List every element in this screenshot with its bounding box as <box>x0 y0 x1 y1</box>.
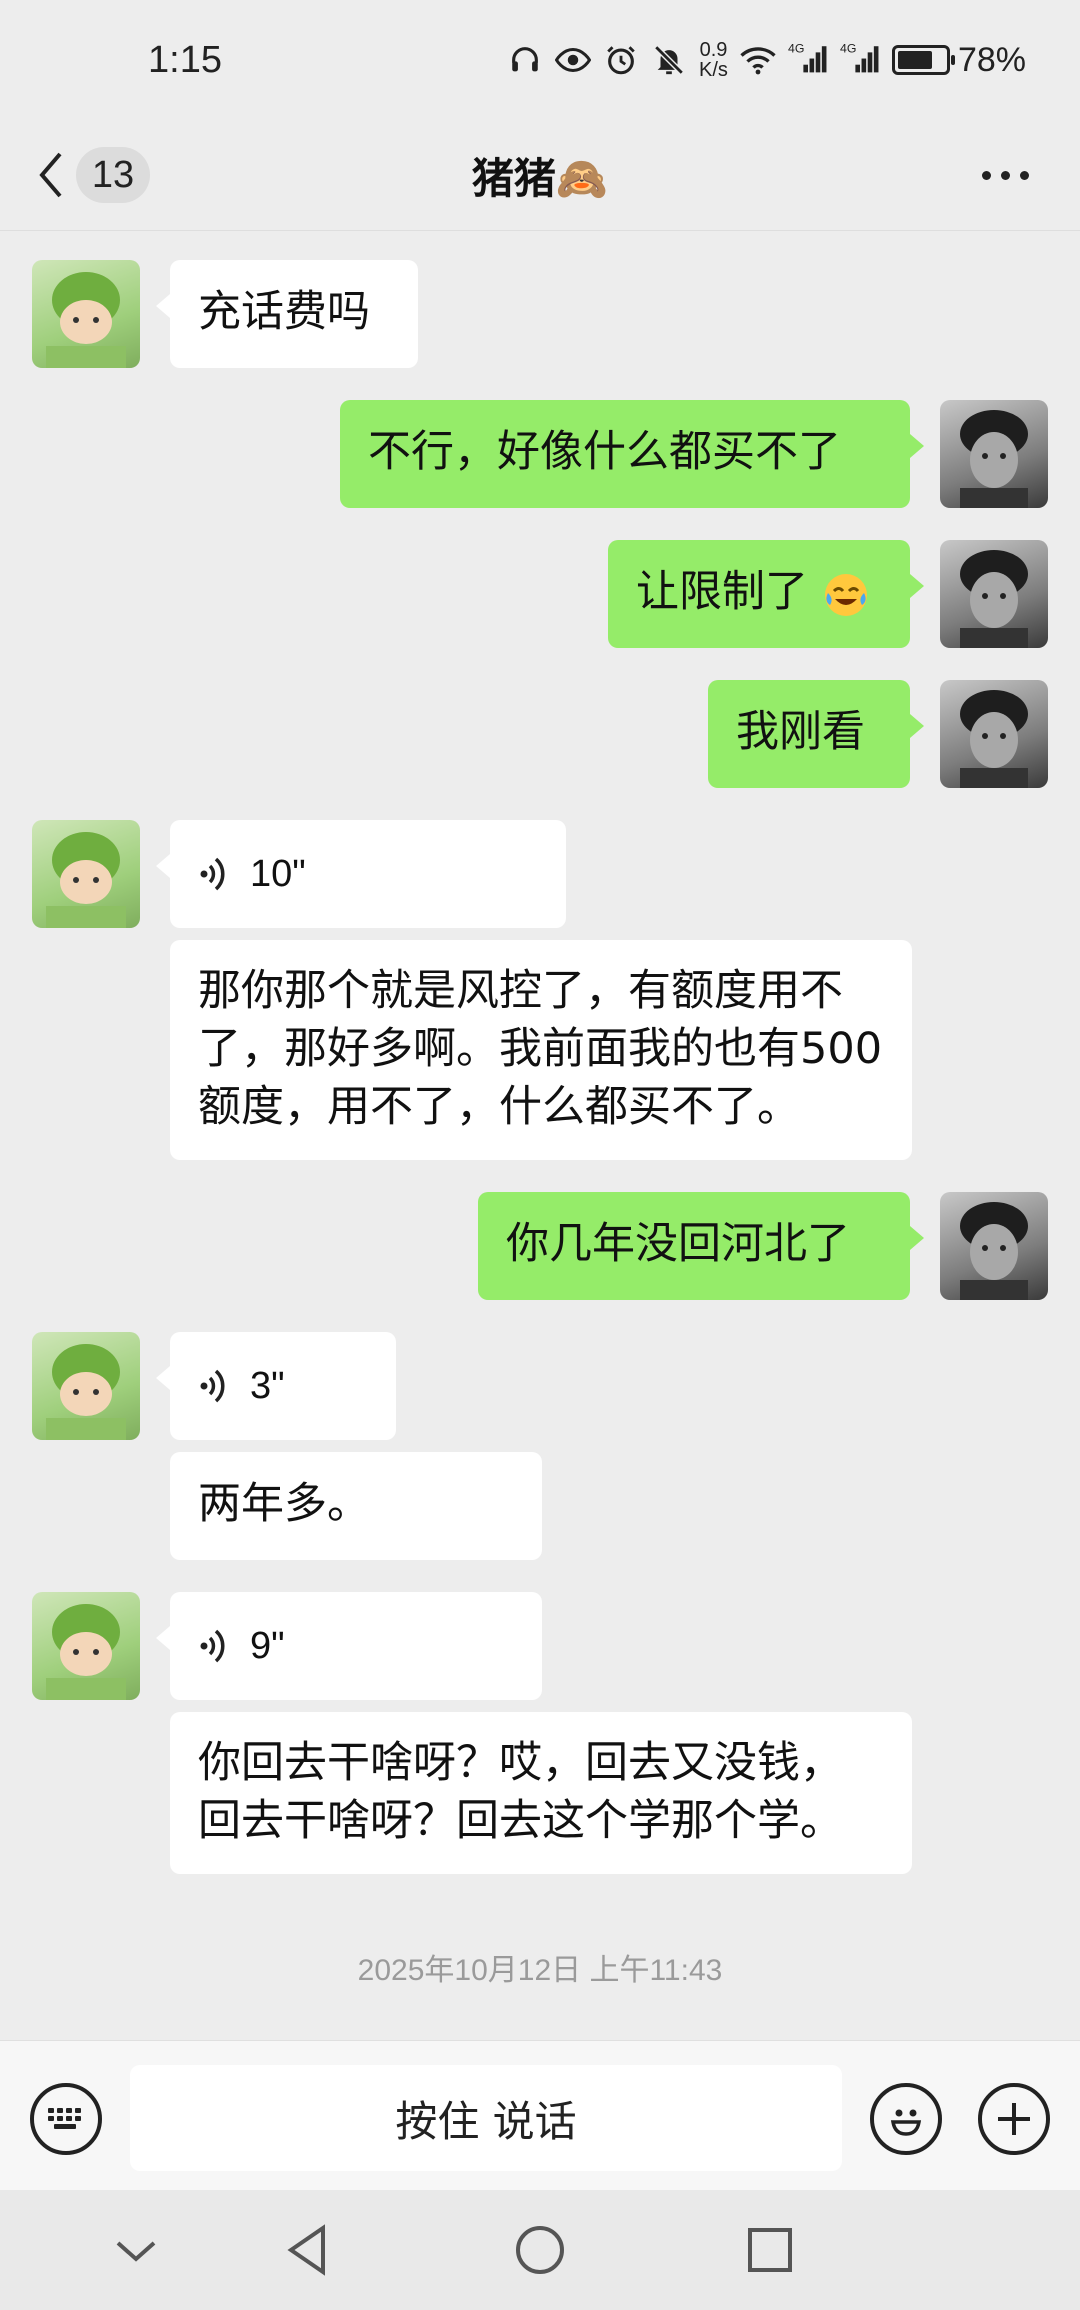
transcript-text: 那你那个就是风控了，有额度用不了，那好多啊。我前面我的也有500额度，用不了，什… <box>198 966 883 1132</box>
outgoing-message[interactable]: 不行，好像什么都买不了 <box>340 400 924 508</box>
voice-wave-icon <box>200 1629 225 1663</box>
friend-avatar[interactable] <box>32 260 140 368</box>
my-avatar[interactable] <box>940 540 1048 648</box>
incoming-message[interactable]: 充话费吗 <box>156 260 418 368</box>
network-speed-value: 0.9 <box>699 39 728 61</box>
voice-transcript[interactable]: 你回去干啥呀？哎，回去又没钱，回去干啥呀？回去这个学那个学。 <box>170 1712 912 1874</box>
cell-signal-2: 4G <box>840 40 880 80</box>
message-timestamp: 2025年10月12日 上午11:43 <box>357 1954 723 1987</box>
message-text: 你几年没回河北了 <box>506 1219 850 1269</box>
voice-message[interactable]: 9" <box>156 1592 542 1700</box>
status-bar: 1:15 0.9 K/s 4G 4G 78% <box>0 0 1080 120</box>
outgoing-message[interactable]: 我刚看 <box>708 680 924 788</box>
message-text: 我刚看 <box>736 707 865 757</box>
mute-bell-icon <box>651 42 687 78</box>
message-text: 充话费吗 <box>198 287 370 337</box>
nav-home-button[interactable] <box>510 2220 570 2280</box>
nav-hide-keyboard-button[interactable] <box>106 2220 166 2280</box>
nav-back-button[interactable] <box>278 2220 338 2280</box>
battery-indicator: 78% <box>891 40 1026 80</box>
friend-avatar[interactable] <box>32 820 140 928</box>
hold-to-talk-button[interactable]: 按住 说话 <box>130 2065 842 2171</box>
unread-count-badge: 13 <box>76 147 150 203</box>
voice-duration: 9" <box>250 1625 285 1667</box>
network-speed-unit: K/s <box>699 59 728 81</box>
crying-laughing-face-icon <box>824 573 867 616</box>
voice-duration: 3" <box>250 1365 285 1407</box>
square-recents-icon <box>748 2228 792 2272</box>
status-icons: 0.9 K/s 4G 4G 78% <box>507 40 1026 80</box>
outgoing-message[interactable]: 你几年没回河北了 <box>478 1192 924 1300</box>
my-avatar[interactable] <box>940 1192 1048 1300</box>
emoji-button[interactable] <box>870 2083 942 2155</box>
keyboard-toggle-button[interactable] <box>30 2083 102 2155</box>
message-text: 不行，好像什么都买不了 <box>368 427 841 477</box>
chat-header: 13 猪猪🙈 <box>0 120 1080 231</box>
friend-avatar[interactable] <box>32 1592 140 1700</box>
voice-duration: 10" <box>250 853 306 895</box>
input-bar: 按住 说话 <box>0 2040 1080 2191</box>
voice-wave-icon <box>200 1369 225 1403</box>
chat-title: 猪猪🙈 <box>471 153 609 203</box>
outgoing-message[interactable]: 让限制了 <box>608 540 924 648</box>
keyboard-icon <box>48 2108 81 2129</box>
chevron-left-icon <box>39 152 62 198</box>
nav-recents-button[interactable] <box>740 2220 800 2280</box>
wifi-icon <box>740 42 776 78</box>
battery-fill <box>897 51 933 69</box>
network-speed: 0.9 K/s <box>699 40 728 80</box>
more-options-button[interactable] <box>970 142 1040 208</box>
cell-signal-1: 4G <box>788 40 828 80</box>
message-list[interactable]: 充话费吗 不行，好像什么都买不了 让限制了 我刚看 10" 那你那个就是风控了，… <box>0 230 1080 2040</box>
triangle-back-icon <box>287 2224 325 2276</box>
alarm-icon <box>603 42 639 78</box>
voice-message[interactable]: 3" <box>156 1332 396 1440</box>
plus-icon <box>998 2103 1030 2135</box>
system-nav-bar <box>0 2190 1080 2310</box>
eye-icon <box>555 42 592 78</box>
voice-message[interactable]: 10" <box>156 820 566 928</box>
smiley-icon <box>890 2109 922 2136</box>
my-avatar[interactable] <box>940 400 1048 508</box>
signal2-label: 4G <box>840 41 856 55</box>
more-actions-button[interactable] <box>978 2083 1050 2155</box>
transcript-text: 两年多。 <box>198 1479 370 1529</box>
voice-transcript[interactable]: 两年多。 <box>170 1452 542 1560</box>
my-avatar[interactable] <box>940 680 1048 788</box>
message-text: 让限制了 <box>636 567 808 617</box>
chevron-down-icon <box>116 2241 156 2262</box>
dot-icon <box>1000 170 1010 180</box>
headphones-icon <box>507 42 543 78</box>
dot-icon <box>981 170 991 180</box>
voice-wave-icon <box>200 857 225 891</box>
dot-icon <box>1019 170 1029 180</box>
back-button[interactable]: 13 <box>36 142 150 208</box>
battery-percent: 78% <box>957 40 1026 79</box>
transcript-text: 你回去干啥呀？哎，回去又没钱，回去干啥呀？回去这个学那个学。 <box>198 1738 843 1846</box>
wechat-chat-screen: 1:15 0.9 K/s 4G 4G 78% 13 猪猪🙈 充话费吗 不行，好像… <box>0 0 1080 2310</box>
status-time: 1:15 <box>148 38 222 81</box>
circle-home-icon <box>516 2226 564 2274</box>
friend-avatar[interactable] <box>32 1332 140 1440</box>
voice-transcript[interactable]: 那你那个就是风控了，有额度用不了，那好多啊。我前面我的也有500额度，用不了，什… <box>170 940 912 1160</box>
battery-icon <box>891 45 955 75</box>
signal1-label: 4G <box>788 41 804 55</box>
